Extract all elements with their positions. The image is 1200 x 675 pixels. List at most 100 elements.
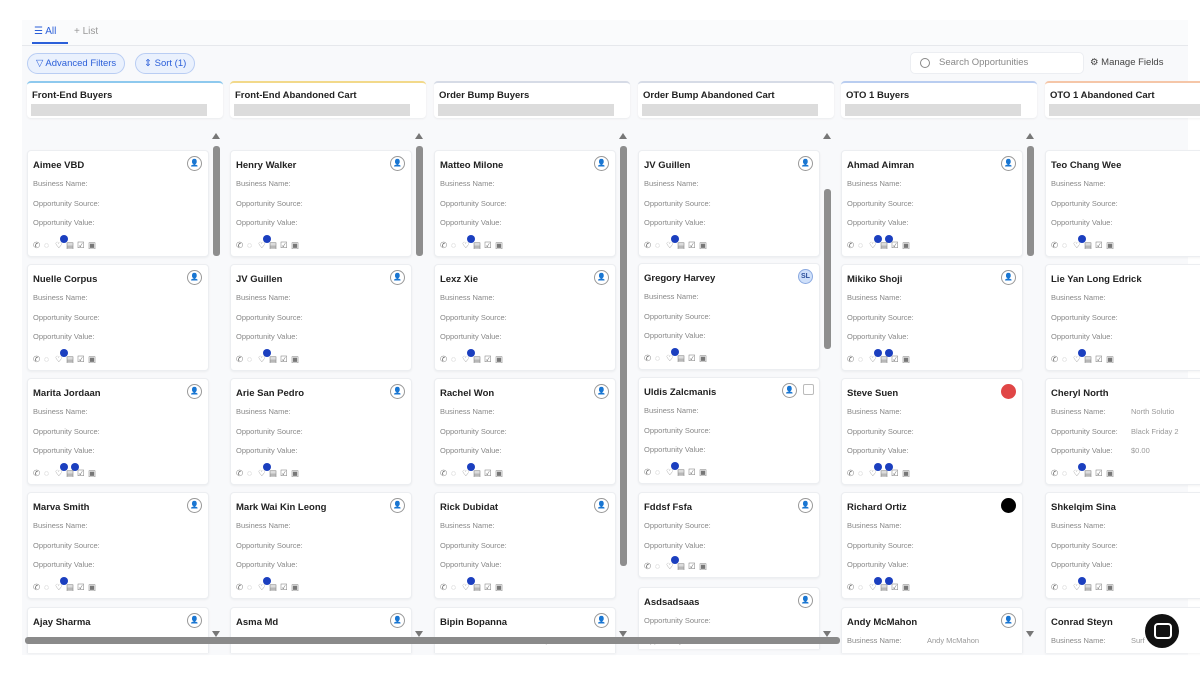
chat-widget-button[interactable] [1145,614,1179,648]
note-icon[interactable]: ▤ [473,468,484,479]
assign-user-icon[interactable]: 👤 [798,156,813,171]
task-icon[interactable]: ☑ [688,353,699,364]
task-icon[interactable]: ☑ [77,582,88,593]
phone-icon[interactable]: ✆ [33,582,44,593]
calendar-icon[interactable]: ▣ [699,353,710,364]
phone-icon[interactable]: ✆ [1051,468,1062,479]
assign-user-icon[interactable]: 👤 [798,498,813,513]
opportunity-card[interactable]: Henry Walker 👤 Business Name: Opportunity S… [230,150,412,257]
task-icon[interactable]: ☑ [77,468,88,479]
assign-user-icon[interactable]: 👤 [390,498,405,513]
assign-user-icon[interactable]: 👤 [187,384,202,399]
task-icon[interactable]: ☑ [891,354,902,365]
calendar-icon[interactable]: ▣ [88,354,99,365]
calendar-icon[interactable]: ▣ [1106,468,1117,479]
note-icon[interactable]: ▤ [880,577,893,593]
phone-icon[interactable]: ✆ [440,354,451,365]
calendar-icon[interactable]: ▣ [902,354,913,365]
tag-icon[interactable]: ♡ [869,463,882,479]
scroll-thumb[interactable] [1027,146,1034,256]
assign-user-icon[interactable]: 👤 [390,270,405,285]
note-icon[interactable]: ▤ [269,582,280,593]
phone-icon[interactable]: ✆ [440,240,451,251]
note-icon[interactable]: ▤ [66,582,77,593]
note-icon[interactable]: ▤ [473,240,484,251]
opportunity-card[interactable]: Ahmad Aimran 👤 Business Name: Opportunity S… [841,150,1023,257]
task-icon[interactable]: ☑ [891,582,902,593]
assign-user-icon[interactable]: 👤 [782,383,797,398]
scroll-thumb[interactable] [620,146,627,566]
select-checkbox[interactable] [803,384,814,395]
phone-icon[interactable]: ✆ [33,354,44,365]
message-icon[interactable]: ◌ [858,468,869,478]
message-icon[interactable]: ◌ [858,240,869,250]
task-icon[interactable]: ☑ [280,354,291,365]
opportunity-card[interactable]: JV Guillen 👤 Business Name: Opportunity Sou… [230,264,412,371]
opportunity-card[interactable]: Fddsf Fsfa 👤 Opportunity Source: Opportunit… [638,492,820,578]
tag-icon[interactable]: ♡ [869,577,882,593]
message-icon[interactable]: ◌ [451,468,462,478]
calendar-icon[interactable]: ▣ [699,561,710,572]
note-icon[interactable]: ▤ [677,353,688,364]
task-icon[interactable]: ☑ [280,582,291,593]
opportunity-card[interactable]: Lexz Xie 👤 Business Name: Opportunity Sourc… [434,264,616,371]
calendar-icon[interactable]: ▣ [495,582,506,593]
assign-user-icon[interactable]: 👤 [798,593,813,608]
tag-icon[interactable]: ♡ [258,349,271,365]
search-input[interactable]: Search Opportunities [910,52,1084,74]
message-icon[interactable]: ◌ [44,240,55,250]
note-icon[interactable]: ▤ [269,240,280,251]
calendar-icon[interactable]: ▣ [902,582,913,593]
tag-icon[interactable]: ♡ [666,462,679,478]
scroll-up-arrow[interactable] [415,133,423,139]
note-icon[interactable]: ▤ [66,463,79,479]
assign-user-icon[interactable]: 👤 [187,613,202,628]
task-icon[interactable]: ☑ [484,240,495,251]
note-icon[interactable]: ▤ [1084,582,1095,593]
opportunity-card[interactable]: Andy McMahon 👤 Business Name: Andy McMahon [841,607,1023,653]
tag-icon[interactable]: ♡ [462,235,475,251]
task-icon[interactable]: ☑ [1095,468,1106,479]
tag-icon[interactable]: ♡ [462,349,475,365]
note-icon[interactable]: ▤ [880,349,893,365]
calendar-icon[interactable]: ▣ [88,468,99,479]
message-icon[interactable]: ◌ [247,240,258,250]
calendar-icon[interactable]: ▣ [1106,240,1117,251]
phone-icon[interactable]: ✆ [33,240,44,251]
scroll-up-arrow[interactable] [212,133,220,139]
opportunity-card[interactable]: Aimee VBD 👤 Business Name: Opportunity Sour… [27,150,209,257]
message-icon[interactable]: ◌ [44,468,55,478]
message-icon[interactable]: ◌ [655,467,666,477]
sort-button[interactable]: ⇕ Sort (1) [135,53,196,74]
opportunity-card[interactable]: Mikiko Shoji 👤 Business Name: Opportunity S… [841,264,1023,371]
avatar[interactable] [1001,498,1016,513]
message-icon[interactable]: ◌ [1062,354,1073,364]
note-icon[interactable]: ▤ [66,354,77,365]
scroll-down-arrow[interactable] [1026,631,1034,637]
tag-icon[interactable]: ♡ [1073,577,1086,593]
tag-icon[interactable]: ♡ [258,235,271,251]
horizontal-scrollbar[interactable] [25,637,840,644]
task-icon[interactable]: ☑ [688,561,699,572]
opportunity-card[interactable]: JV Guillen 👤 Business Name: Opportunity Sou… [638,150,820,257]
note-icon[interactable]: ▤ [1084,354,1095,365]
note-icon[interactable]: ▤ [473,354,484,365]
assign-user-icon[interactable]: 👤 [187,498,202,513]
assign-user-icon[interactable]: 👤 [390,156,405,171]
tag-icon[interactable]: ♡ [666,235,679,251]
phone-icon[interactable]: ✆ [847,468,858,479]
scroll-up-arrow[interactable] [619,133,627,139]
phone-icon[interactable]: ✆ [1051,354,1062,365]
scroll-thumb[interactable] [416,146,423,256]
task-icon[interactable]: ☑ [891,468,902,479]
task-icon[interactable]: ☑ [688,240,699,251]
tag-icon[interactable]: ♡ [462,577,475,593]
message-icon[interactable]: ◌ [247,468,258,478]
note-icon[interactable]: ▤ [66,240,77,251]
phone-icon[interactable]: ✆ [1051,582,1062,593]
assign-user-icon[interactable]: 👤 [1001,613,1016,628]
tag-icon[interactable]: ♡ [1073,349,1086,365]
calendar-icon[interactable]: ▣ [291,582,302,593]
note-icon[interactable]: ▤ [1084,240,1095,251]
assign-user-icon[interactable]: 👤 [187,270,202,285]
